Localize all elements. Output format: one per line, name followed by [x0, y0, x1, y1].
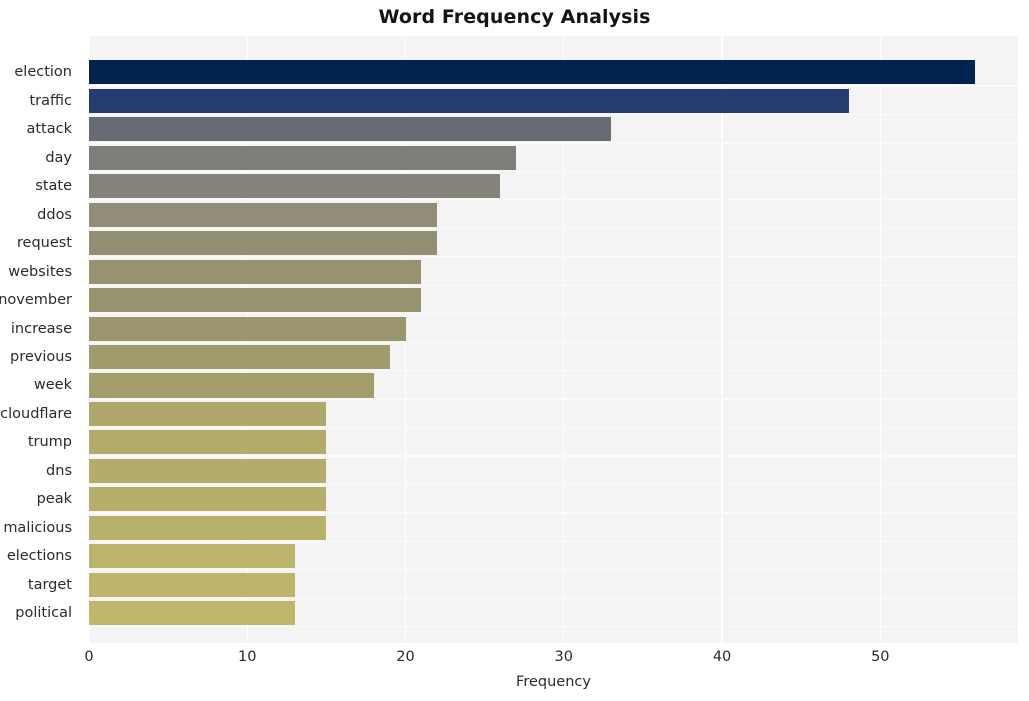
- y-tick-label: ddos: [37, 206, 72, 223]
- bar-row: [89, 314, 1018, 342]
- bar-row: [89, 599, 1018, 627]
- bar: [89, 515, 327, 540]
- bar: [89, 88, 849, 113]
- bar: [89, 458, 327, 483]
- bar-row: [89, 343, 1018, 371]
- y-tick-label: day: [45, 149, 72, 166]
- bar-row: [89, 570, 1018, 598]
- y-tick-label: elections: [6, 548, 72, 565]
- x-tick-label: 40: [712, 649, 732, 665]
- bar-row: [89, 172, 1018, 200]
- bar: [89, 487, 327, 512]
- bar-row: [89, 144, 1018, 172]
- y-tick-label: previous: [10, 349, 72, 365]
- bar: [89, 430, 327, 455]
- y-tick-label: election: [14, 64, 72, 81]
- bar-row: [89, 514, 1018, 542]
- bar-row: [89, 400, 1018, 428]
- y-tick-label: malicious: [3, 519, 72, 536]
- y-tick-label: increase: [10, 320, 72, 337]
- y-tick-label: week: [33, 377, 72, 394]
- bar: [89, 202, 438, 227]
- bar: [89, 231, 438, 256]
- bar: [89, 401, 327, 426]
- bar-row: [89, 542, 1018, 570]
- plot-area: [89, 36, 1018, 643]
- y-tick-label: target: [27, 576, 72, 593]
- bar-row: [89, 286, 1018, 314]
- y-tick-label: cloudflare: [0, 405, 72, 422]
- bar: [89, 544, 295, 569]
- bar-row: [89, 229, 1018, 257]
- bar: [89, 373, 374, 398]
- bar-row: [89, 257, 1018, 285]
- x-axis-title: Frequency: [516, 674, 591, 690]
- bar-row: [89, 485, 1018, 513]
- bar: [89, 174, 501, 199]
- bar: [89, 288, 422, 313]
- x-tick-label: 10: [238, 649, 257, 665]
- y-tick-label: attack: [26, 121, 72, 138]
- bar: [89, 601, 295, 626]
- bar: [89, 572, 295, 597]
- x-tick-label: 0: [84, 649, 94, 665]
- y-tick-label: peak: [36, 491, 72, 508]
- y-tick-label: dns: [46, 462, 72, 479]
- y-tick-label: traffic: [29, 92, 72, 109]
- bar: [89, 259, 422, 284]
- bar-row: [89, 200, 1018, 228]
- x-tick-label: 20: [396, 649, 415, 665]
- bar: [89, 145, 517, 170]
- y-tick-label: trump: [27, 434, 72, 451]
- chart-figure: Word Frequency Analysis election traffic a…: [0, 0, 1029, 701]
- bar: [89, 316, 406, 341]
- bar-row: [89, 115, 1018, 143]
- bar: [89, 345, 390, 370]
- bar-row: [89, 428, 1018, 456]
- bar-row: [89, 457, 1018, 485]
- bar-row: [89, 87, 1018, 115]
- x-tick-label: 30: [554, 649, 574, 665]
- y-tick-label: november: [0, 292, 72, 309]
- x-tick-label: 50: [871, 649, 890, 665]
- y-tick-label: state: [35, 178, 72, 195]
- bar: [89, 117, 612, 142]
- bar: [89, 60, 976, 85]
- y-axis-tick-labels: election traffic attack day state ddos request…: [0, 0, 82, 701]
- bar-row: [89, 58, 1018, 86]
- y-tick-label: request: [16, 235, 72, 252]
- chart-title: Word Frequency Analysis: [378, 6, 651, 28]
- bar-row: [89, 371, 1018, 399]
- y-tick-label: political: [15, 605, 72, 622]
- y-tick-label: websites: [8, 263, 72, 280]
